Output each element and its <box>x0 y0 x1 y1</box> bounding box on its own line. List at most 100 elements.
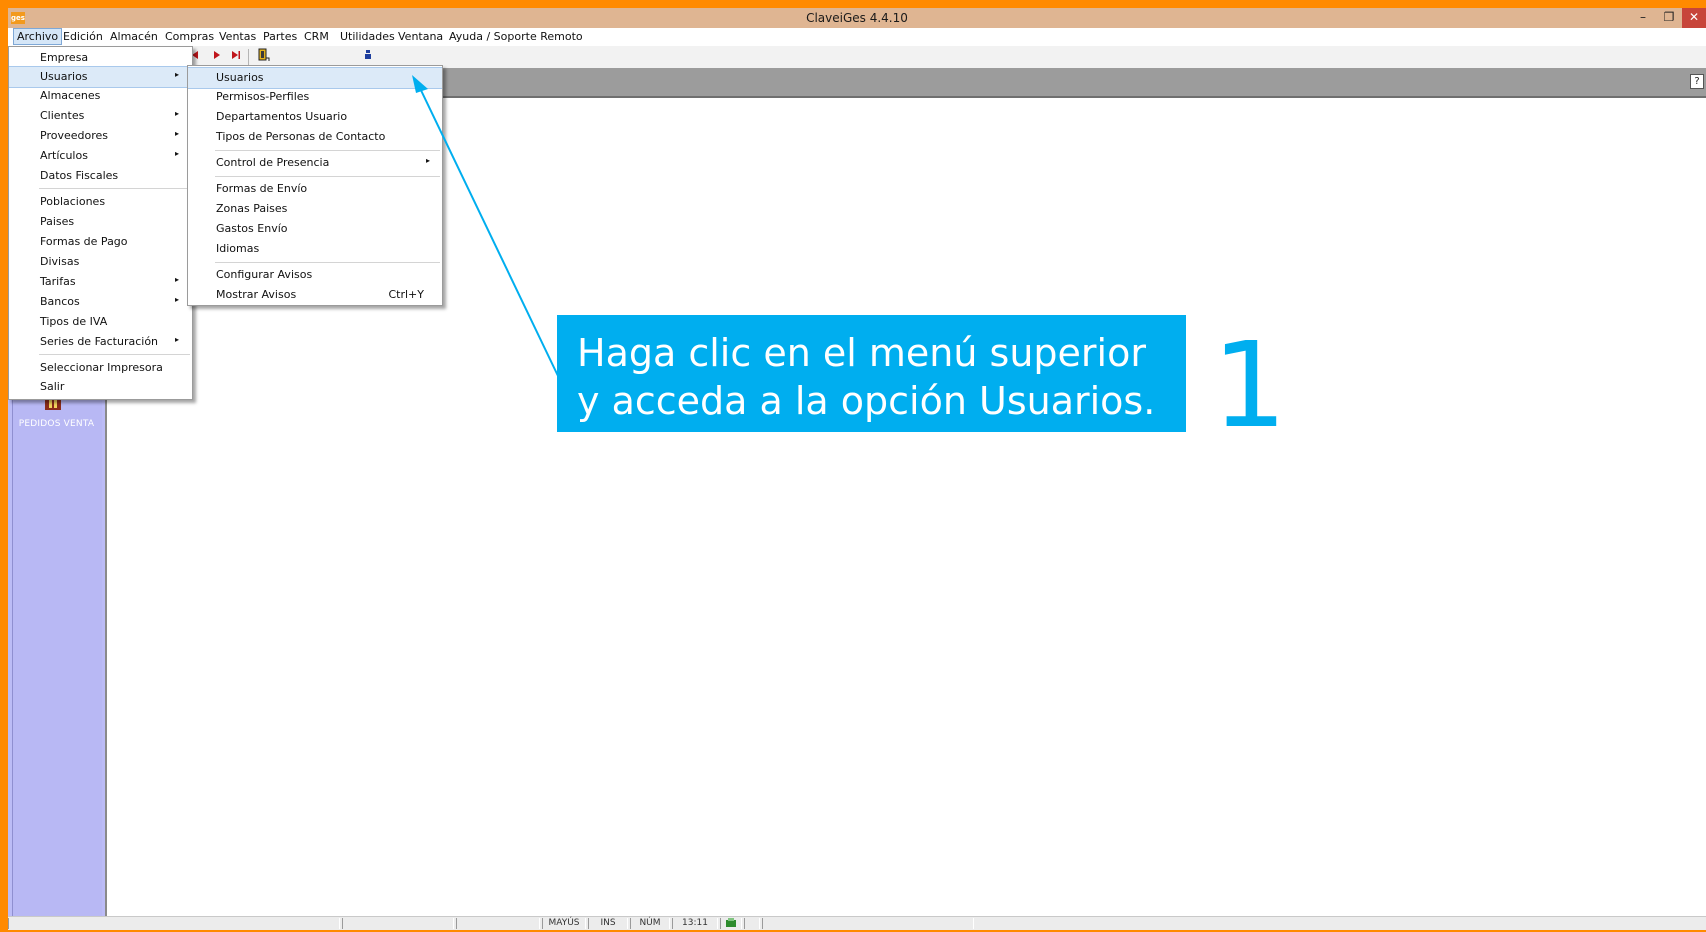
pedidos-venta-label[interactable]: PEDIDOS VENTA <box>8 419 105 429</box>
menu-item-bancos[interactable]: Bancos ▸ <box>9 292 192 312</box>
submenu-arrow-icon: ▸ <box>175 70 180 79</box>
menu-item-label: Formas de Pago <box>40 235 128 248</box>
menu-item-usuarios[interactable]: Usuarios ▸ <box>9 66 192 88</box>
status-time: 13:11 <box>672 918 718 929</box>
menu-separator <box>215 176 440 177</box>
menu-item-salir[interactable]: Salir <box>9 377 192 397</box>
submenu-item-control-de-presencia[interactable]: Control de Presencia ▸ <box>188 153 442 173</box>
menu-item-label: Permisos-Perfiles <box>216 90 310 103</box>
menu-item-label: Almacenes <box>40 89 101 102</box>
menu-crm[interactable]: CRM <box>304 30 329 43</box>
menu-item-label: Empresa <box>40 51 89 64</box>
menu-archivo[interactable]: Archivo <box>13 28 63 45</box>
status-mayus: MAYÚS <box>542 918 586 929</box>
status-bar: MAYÚS INS NÚM 13:11 <box>8 916 1706 930</box>
usuarios-submenu: Usuarios Permisos-Perfiles Departamentos… <box>187 65 443 306</box>
menu-item-label: Series de Facturación <box>40 335 159 348</box>
menu-item-label: Departamentos Usuario <box>216 110 348 123</box>
next-icon[interactable] <box>213 50 221 60</box>
submenu-arrow-icon: ▸ <box>175 335 180 344</box>
status-cell-1 <box>8 918 340 929</box>
menu-item-articulos[interactable]: Artículos ▸ <box>9 146 192 166</box>
menu-item-label: Zonas Paises <box>216 202 288 215</box>
window-title: ClaveiGes 4.4.10 <box>806 11 908 25</box>
menu-item-datos-fiscales[interactable]: Datos Fiscales <box>9 166 192 186</box>
menu-item-seleccionar-impresora[interactable]: Seleccionar Impresora <box>9 358 192 378</box>
submenu-arrow-icon: ▸ <box>426 156 431 165</box>
menu-item-label: Idiomas <box>216 242 260 255</box>
last-icon[interactable] <box>231 50 241 60</box>
submenu-item-permisos-perfiles[interactable]: Permisos-Perfiles <box>188 87 442 107</box>
submenu-arrow-icon: ▸ <box>175 129 180 138</box>
user-icon[interactable] <box>364 49 372 61</box>
submenu-arrow-icon: ▸ <box>175 275 180 284</box>
menu-item-label: Formas de Envío <box>216 182 308 195</box>
status-cell-extra <box>744 918 760 929</box>
menu-compras[interactable]: Compras <box>165 30 214 43</box>
submenu-item-departamentos-usuario[interactable]: Departamentos Usuario <box>188 107 442 127</box>
menu-item-label: Artículos <box>40 149 88 162</box>
menu-utilidades[interactable]: Utilidades <box>340 30 395 43</box>
submenu-item-mostrar-avisos[interactable]: Mostrar Avisos Ctrl+Y <box>188 285 442 305</box>
menu-item-poblaciones[interactable]: Poblaciones <box>9 192 192 212</box>
menu-item-formas-de-pago[interactable]: Formas de Pago <box>9 232 192 252</box>
menu-item-label: Seleccionar Impresora <box>40 361 163 374</box>
menu-item-label: Configurar Avisos <box>216 268 313 281</box>
submenu-arrow-icon: ▸ <box>175 295 180 304</box>
status-cell-last <box>762 918 974 929</box>
menu-item-label: Clientes <box>40 109 85 122</box>
submenu-item-gastos-envio[interactable]: Gastos Envío <box>188 219 442 239</box>
menu-item-empresa[interactable]: Empresa <box>9 48 192 68</box>
submenu-arrow-icon: ▸ <box>175 109 180 118</box>
shortcut-label: Ctrl+Y <box>388 288 424 301</box>
title-bar: ges ClaveiGes 4.4.10 – ❐ ✕ <box>8 8 1706 28</box>
submenu-arrow-icon: ▸ <box>175 149 180 158</box>
menu-item-label: Control de Presencia <box>216 156 330 169</box>
menu-item-clientes[interactable]: Clientes ▸ <box>9 106 192 126</box>
menu-ayuda-soporte[interactable]: Ayuda / Soporte Remoto <box>449 30 583 43</box>
menu-partes[interactable]: Partes <box>263 30 297 43</box>
minimize-button[interactable]: – <box>1632 8 1654 28</box>
menu-item-tipos-de-iva[interactable]: Tipos de IVA <box>9 312 192 332</box>
menu-item-series-de-facturacion[interactable]: Series de Facturación ▸ <box>9 332 192 352</box>
menu-item-label: Divisas <box>40 255 80 268</box>
menu-item-almacenes[interactable]: Almacenes <box>9 86 192 106</box>
menu-separator <box>215 262 440 263</box>
status-num: NÚM <box>630 918 670 929</box>
window-frame <box>0 0 1706 8</box>
instruction-text: Haga clic en el menú superior y acceda a… <box>577 331 1156 423</box>
menu-item-divisas[interactable]: Divisas <box>9 252 192 272</box>
menu-item-label: Paises <box>40 215 75 228</box>
menu-item-label: Datos Fiscales <box>40 169 119 182</box>
menu-item-proveedores[interactable]: Proveedores ▸ <box>9 126 192 146</box>
menu-almacen[interactable]: Almacén <box>110 30 158 43</box>
menu-item-tarifas[interactable]: Tarifas ▸ <box>9 272 192 292</box>
archivo-dropdown-menu: Empresa Usuarios ▸ Almacenes Clientes ▸ Pr… <box>8 46 193 400</box>
menu-item-label: Proveedores <box>40 129 108 142</box>
menu-ventas[interactable]: Ventas <box>219 30 256 43</box>
menu-ventana[interactable]: Ventana <box>398 30 443 43</box>
menu-item-label: Poblaciones <box>40 195 106 208</box>
menu-item-label: Bancos <box>40 295 80 308</box>
menu-separator <box>39 188 190 189</box>
submenu-item-formas-de-envio[interactable]: Formas de Envío <box>188 179 442 199</box>
submenu-item-configurar-avisos[interactable]: Configurar Avisos <box>188 265 442 285</box>
help-icon[interactable]: ? <box>1690 74 1704 89</box>
menu-item-label: Mostrar Avisos <box>216 288 297 301</box>
menu-edicion[interactable]: Edición <box>63 30 103 43</box>
exit-door-icon[interactable] <box>258 48 270 62</box>
status-cell-2 <box>342 918 454 929</box>
restore-button[interactable]: ❐ <box>1658 8 1680 28</box>
instruction-callout: Haga clic en el menú superior y acceda a… <box>557 315 1186 432</box>
menu-item-label: Usuarios <box>40 70 88 83</box>
close-button[interactable]: ✕ <box>1682 8 1706 28</box>
menu-bar: Archivo Edición Almacén Compras Ventas P… <box>8 28 1706 47</box>
submenu-item-usuarios[interactable]: Usuarios <box>188 67 442 89</box>
menu-item-label: Gastos Envío <box>216 222 288 235</box>
menu-item-paises[interactable]: Paises <box>9 212 192 232</box>
menu-separator <box>215 150 440 151</box>
submenu-item-tipos-personas-contacto[interactable]: Tipos de Personas de Contacto <box>188 127 442 147</box>
submenu-item-zonas-paises[interactable]: Zonas Paises <box>188 199 442 219</box>
submenu-item-idiomas[interactable]: Idiomas <box>188 239 442 259</box>
menu-item-label: Tipos de Personas de Contacto <box>216 130 386 143</box>
